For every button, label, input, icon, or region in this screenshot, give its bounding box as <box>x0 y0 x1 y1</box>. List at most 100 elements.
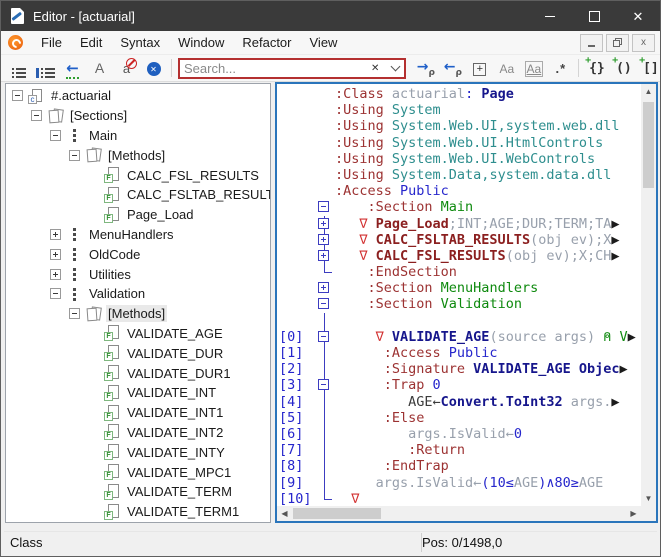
code-line[interactable]: [2] :Signature VALIDATE_AGE Objec▶ <box>277 361 641 377</box>
tree-item-validate-dur1[interactable]: VALIDATE_DUR1 <box>6 363 270 383</box>
tree-expand-icon[interactable] <box>50 249 61 260</box>
code-line[interactable]: :Access Public <box>277 183 641 199</box>
menu-item-refactor[interactable]: Refactor <box>233 31 300 54</box>
tree-item-calc-fsltab-results[interactable]: CALC_FSLTAB_RESULTS <box>6 185 270 205</box>
tree-expand-icon[interactable] <box>50 229 61 240</box>
code-line[interactable]: [10] ∇ <box>277 491 641 506</box>
tree-collapse-icon[interactable] <box>12 90 23 101</box>
menu-item-window[interactable]: Window <box>169 31 233 54</box>
code-line[interactable]: :Using System.Web.UI.HtmlControls <box>277 135 641 151</box>
code-line[interactable]: :Section Validation <box>277 296 641 312</box>
fold-collapse-icon[interactable] <box>318 379 329 390</box>
tree-item-utilities[interactable]: Utilities <box>6 264 270 284</box>
tree-item-methods[interactable]: [Methods] <box>6 304 270 324</box>
code-line[interactable] <box>277 313 641 329</box>
code-editor-pane[interactable]: :Class actuarial: Page:Using System:Usin… <box>275 82 658 523</box>
regex-button[interactable]: .* <box>547 57 574 79</box>
fold-collapse-icon[interactable] <box>318 331 329 342</box>
code-line[interactable]: [9] args.IsValid←(10≤AGE)∧80≥AGE <box>277 475 641 491</box>
maximize-button[interactable] <box>572 1 616 31</box>
search-next-button[interactable]: →ρ <box>412 57 439 79</box>
scroll-up-icon[interactable]: ▲ <box>641 84 656 99</box>
code-line[interactable]: ∇ CALC_FSL_RESULTS(obj ev);X;CH▶ <box>277 248 641 264</box>
tree-item-validate-int[interactable]: VALIDATE_INT <box>6 383 270 403</box>
tree-item-validate-term[interactable]: VALIDATE_TERM <box>6 482 270 502</box>
minimize-button[interactable] <box>528 1 572 31</box>
tree-item-menuhandlers[interactable]: MenuHandlers <box>6 225 270 245</box>
code-line[interactable]: [1] :Access Public <box>277 345 641 361</box>
fold-expand-icon[interactable] <box>318 234 329 245</box>
tree-item-validate-term1[interactable]: VALIDATE_TERM1 <box>6 502 270 522</box>
tree-collapse-icon[interactable] <box>31 110 42 121</box>
fold-collapse-icon[interactable] <box>318 201 329 212</box>
tree-collapse-icon[interactable] <box>69 308 80 319</box>
fold-expand-icon[interactable] <box>318 218 329 229</box>
code-line[interactable]: :EndSection <box>277 264 641 280</box>
code-line[interactable]: :Using System.Web.UI.WebControls <box>277 151 641 167</box>
tree-item-page-load[interactable]: Page_Load <box>6 205 270 225</box>
code-line[interactable]: [4] AGE←Convert.ToInt32 args.▶ <box>277 394 641 410</box>
code-line[interactable]: :Using System <box>277 102 641 118</box>
tree-item-actuarial[interactable]: #.actuarial <box>6 86 270 106</box>
fold-collapse-icon[interactable] <box>318 298 329 309</box>
code-line[interactable]: [7] :Return <box>277 442 641 458</box>
boxed-plus-button[interactable]: + <box>466 57 493 79</box>
letter-a-disabled-button[interactable]: a <box>113 57 140 79</box>
mdi-close-button[interactable]: x <box>632 34 655 52</box>
code-line[interactable]: ∇ Page_Load;INT;AGE;DUR;TERM;TA▶ <box>277 216 641 232</box>
code-line[interactable]: ∇ CALC_FSLTAB_RESULTS(obj ev);X▶ <box>277 232 641 248</box>
code-line[interactable]: [5] :Else <box>277 410 641 426</box>
code-line[interactable]: :Section MenuHandlers <box>277 280 641 296</box>
tree-item-validate-inty[interactable]: VALIDATE_INTY <box>6 442 270 462</box>
menu-item-view[interactable]: View <box>301 31 347 54</box>
parens-plus-button[interactable]: +() <box>610 57 637 79</box>
tree-collapse-icon[interactable] <box>69 150 80 161</box>
scroll-right-icon[interactable]: ▶ <box>626 506 641 521</box>
vertical-scroll-thumb[interactable] <box>643 102 654 188</box>
horizontal-scrollbar[interactable]: ◀ ▶ <box>277 506 641 521</box>
vertical-scrollbar[interactable]: ▲ ▼ <box>641 84 656 506</box>
numbered-list-button[interactable] <box>5 57 32 79</box>
scroll-left-icon[interactable]: ◀ <box>277 506 292 521</box>
match-whole-word-button[interactable]: Aa <box>520 57 547 79</box>
dyalog-logo-icon[interactable] <box>8 35 23 50</box>
close-button[interactable]: ✕ <box>616 1 660 31</box>
letter-A-button[interactable]: A <box>86 57 113 79</box>
search-prev-button[interactable]: ←ρ <box>439 57 466 79</box>
search-dropdown-button[interactable] <box>386 66 404 70</box>
search-clear-icon[interactable]: ✕ <box>364 63 386 74</box>
tree-item-methods[interactable]: [Methods] <box>6 145 270 165</box>
tree-item-validate-age[interactable]: VALIDATE_AGE <box>6 324 270 344</box>
code-line[interactable]: :Using System.Data,system.data.dll <box>277 167 641 183</box>
search-input[interactable] <box>180 61 364 76</box>
back-arrow-green-button[interactable]: ← <box>59 57 86 79</box>
code-line[interactable]: [6] args.IsValid←0 <box>277 426 641 442</box>
scroll-down-icon[interactable]: ▼ <box>641 491 656 506</box>
code-line[interactable]: :Class actuarial: Page <box>277 86 641 102</box>
fold-expand-icon[interactable] <box>318 250 329 261</box>
menu-item-syntax[interactable]: Syntax <box>111 31 169 54</box>
tree-item-validation[interactable]: Validation <box>6 284 270 304</box>
tree-item-validate-mpc1[interactable]: VALIDATE_MPC1 <box>6 462 270 482</box>
menu-item-file[interactable]: File <box>32 31 71 54</box>
braces-plus-button[interactable]: +{} <box>583 57 610 79</box>
menu-item-edit[interactable]: Edit <box>71 31 111 54</box>
tree-collapse-icon[interactable] <box>50 288 61 299</box>
tree-item-main[interactable]: Main <box>6 126 270 146</box>
horizontal-scroll-thumb[interactable] <box>293 508 381 519</box>
code-line[interactable]: [8] :EndTrap <box>277 458 641 474</box>
tree-expand-icon[interactable] <box>50 269 61 280</box>
tree-collapse-icon[interactable] <box>50 130 61 141</box>
mdi-minimize-button[interactable] <box>580 34 603 52</box>
code-line[interactable]: :Using System.Web.UI,system.web.dll <box>277 118 641 134</box>
tree-item-validate-dur[interactable]: VALIDATE_DUR <box>6 343 270 363</box>
code-line[interactable]: :Section Main <box>277 199 641 215</box>
tree-item-oldcode[interactable]: OldCode <box>6 244 270 264</box>
brackets-plus-button[interactable]: +[] <box>637 57 661 79</box>
code-line[interactable]: [3] :Trap 0 <box>277 377 641 393</box>
tree-item-validate-int2[interactable]: VALIDATE_INT2 <box>6 423 270 443</box>
blue-circle-x-button[interactable]: ✕ <box>140 57 167 79</box>
tree-item-validate-int1[interactable]: VALIDATE_INT1 <box>6 403 270 423</box>
match-case-button[interactable]: Aa <box>493 57 520 79</box>
mdi-restore-button[interactable] <box>606 34 629 52</box>
